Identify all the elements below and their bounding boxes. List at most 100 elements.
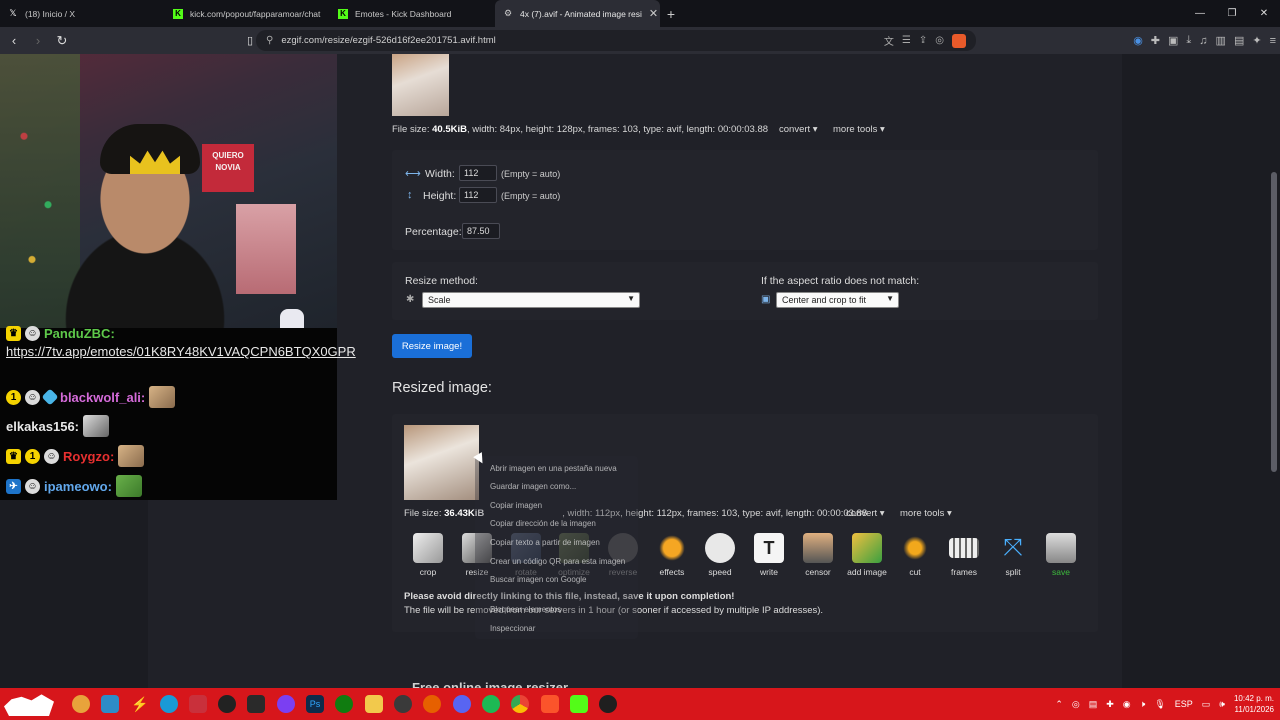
result-convert-dropdown[interactable]: convert ▾ bbox=[846, 508, 885, 519]
ctx-qr-code[interactable]: Crear un código QR para esta imagen bbox=[490, 557, 625, 566]
aspect-ratio-select[interactable]: Center and crop to fit ▼ bbox=[776, 292, 899, 308]
app-icon[interactable] bbox=[277, 695, 295, 713]
webcam-overlay: QUIERO NOVIA bbox=[0, 54, 337, 328]
speaker-icon[interactable]: 🕪 bbox=[1219, 699, 1225, 710]
scrollbar-thumb[interactable] bbox=[1271, 172, 1277, 472]
ctx-copy-image[interactable]: Copiar imagen bbox=[490, 501, 542, 510]
site-info-icon[interactable]: ⚲ bbox=[266, 35, 273, 46]
edge-icon[interactable] bbox=[160, 695, 178, 713]
tab-title: (18) Inicio / X bbox=[25, 8, 76, 19]
tray-icon[interactable]: ◎ bbox=[1072, 699, 1080, 710]
language-indicator[interactable]: ESP bbox=[1175, 699, 1193, 709]
tab-ezgif[interactable]: ⚙ 4x (7).avif - Animated image resi ✕ bbox=[495, 0, 660, 27]
menu-icon[interactable]: ≡ bbox=[1270, 35, 1276, 47]
audio-icon[interactable]: ◉ bbox=[1133, 34, 1143, 47]
translate-icon[interactable]: 文 bbox=[884, 33, 894, 48]
volume-icon[interactable]: 🕨 bbox=[1140, 699, 1146, 710]
convert-dropdown[interactable]: convert ▾ bbox=[779, 124, 818, 135]
app-icon[interactable] bbox=[101, 695, 119, 713]
tool-effects[interactable]: effects bbox=[650, 533, 694, 577]
resize-method-label: Resize method: bbox=[405, 275, 478, 287]
leo-icon[interactable]: ✦ bbox=[1252, 34, 1261, 47]
tab-kick-dashboard[interactable]: K Emotes - Kick Dashboard bbox=[330, 0, 495, 27]
ctx-open-new-tab[interactable]: Abrir imagen en una pestaña nueva bbox=[490, 464, 617, 473]
forward-icon[interactable]: › bbox=[28, 33, 48, 48]
resized-image-thumbnail[interactable] bbox=[404, 425, 479, 500]
app-icon[interactable] bbox=[599, 695, 617, 713]
reload-icon[interactable]: ↻ bbox=[52, 33, 72, 49]
minimize-icon[interactable]: — bbox=[1184, 0, 1216, 27]
tab-title: Emotes - Kick Dashboard bbox=[355, 8, 452, 19]
xbox-icon[interactable] bbox=[335, 695, 353, 713]
back-icon[interactable]: ‹ bbox=[4, 33, 24, 48]
steam-icon[interactable]: ◉ bbox=[1123, 699, 1131, 710]
dog-sticker-icon bbox=[4, 694, 54, 716]
tray-icon[interactable]: ▤ bbox=[1089, 699, 1098, 710]
folder-icon[interactable] bbox=[365, 695, 383, 713]
firefox-icon[interactable] bbox=[423, 695, 441, 713]
page-scrollbar[interactable] bbox=[1268, 54, 1280, 688]
wallet-icon[interactable]: ▤ bbox=[1234, 34, 1244, 47]
app-icon[interactable] bbox=[394, 695, 412, 713]
mic-icon[interactable]: 🎙 bbox=[1154, 699, 1165, 710]
app-icon[interactable] bbox=[189, 695, 207, 713]
tool-speed[interactable]: speed bbox=[698, 533, 742, 577]
ctx-block-elements[interactable]: Bloquear elementos bbox=[490, 605, 561, 614]
reader-icon[interactable]: ☰ bbox=[902, 35, 911, 46]
ctx-copy-text[interactable]: Copiar texto a partir de imagen bbox=[490, 538, 600, 547]
resize-method-panel bbox=[392, 262, 1098, 320]
width-input[interactable]: 112 bbox=[459, 165, 497, 181]
chevron-up-icon[interactable]: ⌃ bbox=[1055, 699, 1063, 710]
tool-write[interactable]: Twrite bbox=[747, 533, 791, 577]
lightning-icon[interactable]: ⚡ bbox=[131, 695, 149, 713]
resize-button[interactable]: Resize image! bbox=[392, 334, 472, 358]
ctx-search-google[interactable]: Buscar imagen con Google bbox=[490, 575, 587, 584]
share-icon[interactable]: ⇪ bbox=[919, 35, 927, 46]
discord-icon[interactable] bbox=[453, 695, 471, 713]
close-window-icon[interactable]: ✕ bbox=[1248, 0, 1280, 27]
tool-frames[interactable]: frames bbox=[942, 533, 986, 577]
network-icon[interactable]: ▭ bbox=[1202, 699, 1211, 710]
tab-kick-chat[interactable]: K kick.com/popout/fapparamoar/chat bbox=[165, 0, 330, 27]
chat-message-link[interactable]: https://7tv.app/emotes/01K8RY48KV1VAQCPN… bbox=[6, 342, 356, 361]
more-tools-dropdown[interactable]: more tools ▾ bbox=[833, 124, 885, 135]
close-tab-icon[interactable]: ✕ bbox=[649, 7, 658, 20]
x-icon: 𝕏 bbox=[9, 8, 17, 18]
media-icon[interactable]: ♫ bbox=[1199, 35, 1207, 47]
clock[interactable]: 10:42 p. m. 11/01/2026 bbox=[1234, 693, 1274, 715]
tool-add-image[interactable]: add image bbox=[845, 533, 889, 577]
extensions-icon[interactable]: ✚ bbox=[1151, 34, 1160, 47]
source-image-thumbnail[interactable] bbox=[392, 54, 449, 116]
resize-method-select[interactable]: Scale ▼ bbox=[422, 292, 640, 308]
ctx-save-image[interactable]: Guardar imagen como... bbox=[490, 482, 576, 491]
tray-icon[interactable]: ✚ bbox=[1106, 699, 1114, 710]
ctx-copy-image-address[interactable]: Copiar dirección de la imagen bbox=[490, 519, 596, 528]
percentage-input[interactable]: 87.50 bbox=[462, 223, 500, 239]
result-more-tools-dropdown[interactable]: more tools ▾ bbox=[900, 508, 952, 519]
tool-split[interactable]: ⤧ split bbox=[991, 533, 1035, 577]
address-bar[interactable]: ⚲ ezgif.com/resize/ezgif-526d16f2ee20175… bbox=[256, 30, 976, 51]
kick-icon[interactable] bbox=[570, 695, 588, 713]
tool-cut[interactable]: cut bbox=[893, 533, 937, 577]
sidebar-icon[interactable]: ▥ bbox=[1216, 34, 1226, 47]
tool-save[interactable]: save bbox=[1039, 533, 1083, 577]
lens-icon[interactable]: ◎ bbox=[935, 35, 944, 46]
download-icon[interactable]: ⤓ bbox=[1186, 34, 1191, 47]
chrome-icon[interactable] bbox=[511, 695, 529, 713]
screenshot-icon[interactable]: ▣ bbox=[1168, 34, 1178, 47]
app-icon[interactable] bbox=[218, 695, 236, 713]
ctx-inspect[interactable]: Inspeccionar bbox=[490, 624, 535, 633]
app-icon[interactable] bbox=[72, 695, 90, 713]
new-tab-icon[interactable]: + bbox=[660, 6, 682, 22]
height-input[interactable]: 112 bbox=[459, 187, 497, 203]
app-icon[interactable] bbox=[247, 695, 265, 713]
width-hint: (Empty = auto) bbox=[501, 169, 561, 179]
tab-x[interactable]: 𝕏 (18) Inicio / X bbox=[0, 0, 165, 27]
brave-icon[interactable] bbox=[541, 695, 559, 713]
spotify-icon[interactable] bbox=[482, 695, 500, 713]
tool-censor[interactable]: censor bbox=[796, 533, 840, 577]
brave-shields-icon[interactable] bbox=[952, 33, 966, 48]
tool-crop[interactable]: crop bbox=[406, 533, 450, 577]
maximize-icon[interactable]: ❐ bbox=[1216, 0, 1248, 27]
photoshop-icon[interactable]: Ps bbox=[306, 695, 324, 713]
